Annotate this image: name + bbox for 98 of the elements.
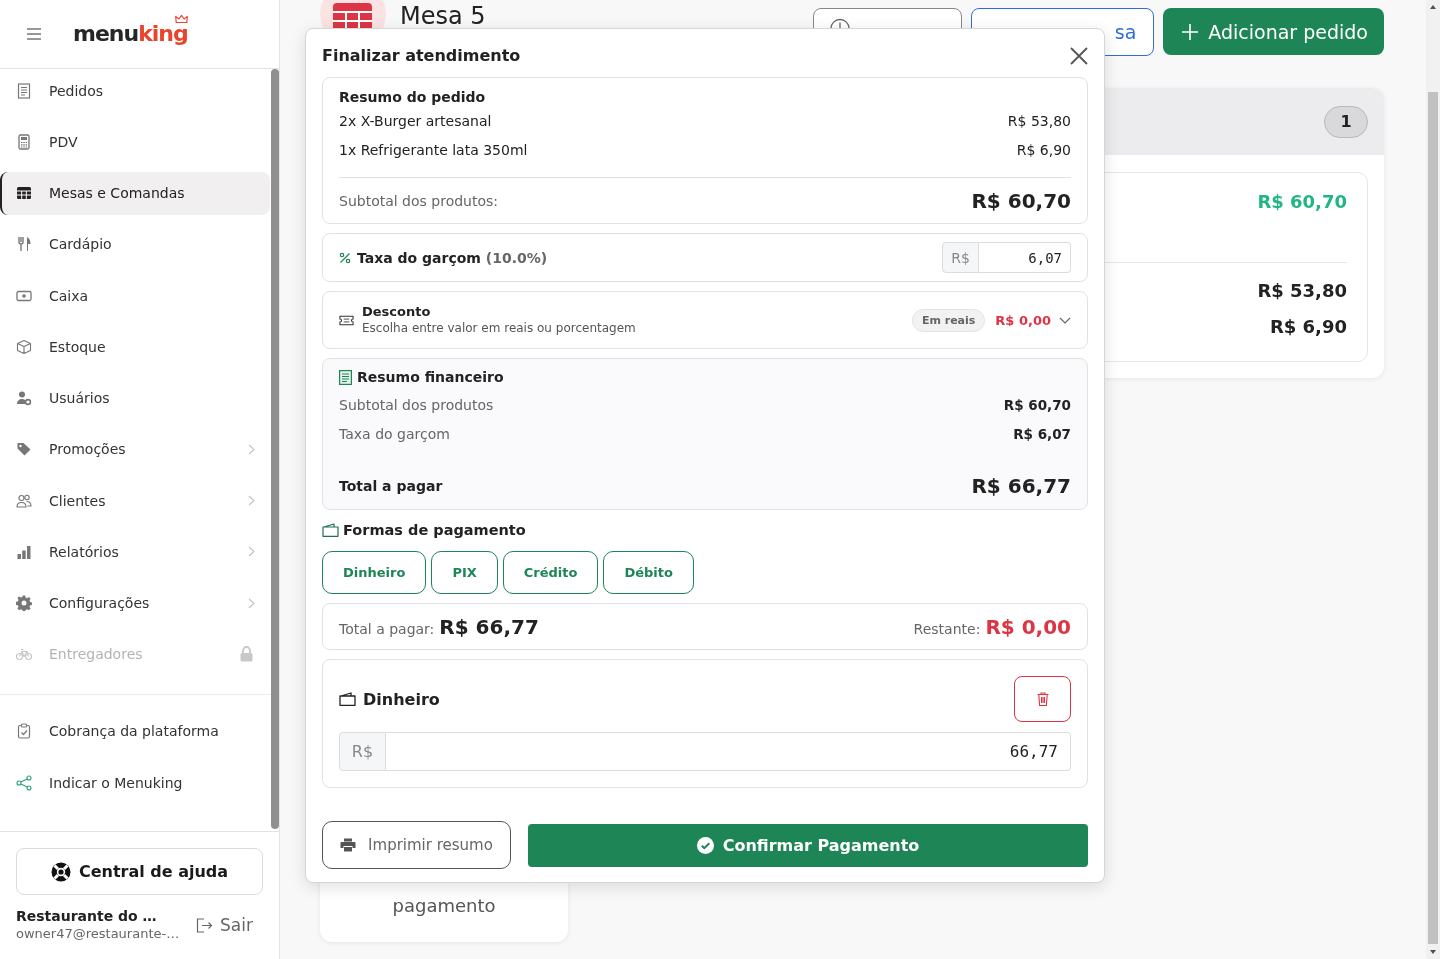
payment-method-button[interactable]: Dinheiro bbox=[322, 551, 427, 594]
payment-method-button[interactable]: Débito bbox=[603, 551, 694, 594]
subtotal-value: R$ 60,70 bbox=[971, 188, 1071, 213]
summary-label: Taxa do garçom bbox=[339, 425, 450, 444]
total-label: Total a pagar: bbox=[339, 620, 435, 637]
calculator-icon bbox=[16, 133, 32, 150]
item-price: R$ 53,80 bbox=[1257, 280, 1347, 302]
user-icon bbox=[16, 390, 32, 407]
amount-input[interactable]: 66,77 bbox=[386, 732, 1071, 771]
scrollbar[interactable] bbox=[1426, 0, 1440, 959]
sidebar-nav-item[interactable]: Cardápio bbox=[0, 222, 270, 266]
sidebar-nav-item[interactable]: Usuários bbox=[0, 376, 270, 420]
fee-input[interactable]: 6,07 bbox=[979, 242, 1071, 273]
sidebar-nav-item[interactable]: Indicar o Menuking bbox=[0, 761, 270, 805]
discount-title: Desconto bbox=[362, 303, 432, 320]
clock-icon bbox=[830, 18, 851, 28]
payment-method-button[interactable]: Crédito bbox=[502, 551, 599, 594]
trash-icon bbox=[1036, 692, 1049, 706]
box-icon bbox=[16, 338, 32, 355]
section-title: Resumo financeiro bbox=[357, 368, 504, 387]
logout-button[interactable]: Sair bbox=[196, 915, 253, 935]
printer-icon bbox=[340, 838, 357, 852]
hint-text: pagamento bbox=[392, 895, 496, 916]
confirm-payment-button[interactable]: Confirmar Pagamento bbox=[528, 823, 1088, 867]
chevron-right-icon bbox=[248, 443, 255, 455]
item-name: 1x Refrigerante lata 350ml bbox=[339, 141, 528, 160]
subtotal-label: Subtotal dos produtos: bbox=[339, 192, 499, 209]
sidebar-nav-item[interactable]: Relatórios bbox=[0, 530, 270, 574]
tag-icon bbox=[16, 441, 32, 458]
total-value: R$ 66,77 bbox=[971, 474, 1071, 498]
payment-method-button[interactable]: PIX bbox=[431, 551, 498, 594]
sidebar-nav-item[interactable]: Configurações bbox=[0, 581, 270, 625]
sidebar-nav-item[interactable]: Clientes bbox=[0, 479, 270, 523]
chevron-right-icon bbox=[248, 597, 255, 609]
fee-label: Taxa do garçom (10.0%) bbox=[357, 249, 548, 266]
discount-hint: Escolha entre valor em reais ou porcentagem bbox=[362, 320, 636, 337]
item-price: R$ 6,90 bbox=[1016, 141, 1071, 160]
help-center-button[interactable]: Central de ajuda bbox=[16, 848, 263, 895]
user-email: owner47@restaurante-… bbox=[16, 925, 181, 943]
discount-amount: R$ 0,00 bbox=[995, 312, 1051, 328]
sidebar-nav-item[interactable]: Pedidos bbox=[0, 69, 270, 112]
section-title: Resumo do pedido bbox=[339, 88, 487, 107]
fork-knife-icon bbox=[16, 236, 32, 253]
count-badge: 1 bbox=[1324, 105, 1368, 138]
item-name: 2x X-Burger artesanal bbox=[339, 112, 492, 131]
bicycle-icon bbox=[16, 646, 32, 663]
crown-icon bbox=[174, 15, 188, 23]
settings-icon bbox=[16, 595, 32, 612]
ticket-icon bbox=[339, 314, 354, 326]
sidebar-nav-item[interactable]: Cobrança da plataforma bbox=[0, 709, 270, 753]
lock-icon bbox=[240, 646, 253, 663]
logout-icon bbox=[196, 917, 214, 933]
close-icon[interactable] bbox=[1070, 47, 1088, 65]
summary-value: R$ 60,70 bbox=[1003, 396, 1071, 415]
share-icon bbox=[16, 774, 32, 791]
table-grid-icon bbox=[16, 185, 32, 202]
plus-icon bbox=[1182, 23, 1199, 40]
order-total: R$ 60,70 bbox=[1257, 191, 1347, 213]
summary-label: Subtotal dos produtos bbox=[339, 396, 494, 415]
table-title: Mesa 5 bbox=[400, 1, 486, 29]
summary-value: R$ 6,07 bbox=[1013, 425, 1071, 444]
sidebar-nav-item[interactable]: Promoções bbox=[0, 427, 270, 471]
receipt-icon bbox=[16, 82, 32, 99]
sidebar-nav-item[interactable]: Caixa bbox=[0, 274, 270, 318]
menu-icon[interactable] bbox=[27, 28, 41, 40]
currency-addon: R$ bbox=[339, 732, 386, 771]
sidebar-nav-item[interactable]: Mesas e Comandas bbox=[0, 171, 270, 215]
user-name: Restaurante do … bbox=[16, 907, 158, 925]
sidebar-nav-item[interactable]: PDV bbox=[0, 120, 270, 164]
print-summary-button[interactable]: Imprimir resumo bbox=[322, 821, 511, 869]
receipt-icon bbox=[339, 369, 352, 385]
discount-mode-toggle[interactable]: Em reais bbox=[911, 308, 986, 332]
item-price: R$ 6,90 bbox=[1269, 316, 1347, 338]
brand-logo: menuking bbox=[73, 20, 188, 48]
clipboard-check-icon bbox=[16, 723, 32, 740]
payment-method-title: Dinheiro bbox=[363, 689, 440, 709]
chevron-right-icon bbox=[248, 546, 255, 558]
currency-addon: R$ bbox=[942, 242, 979, 273]
section-title: Formas de pagamento bbox=[343, 521, 526, 540]
add-order-button[interactable]: Adicionar pedido bbox=[1163, 8, 1384, 55]
bar-chart-icon bbox=[16, 543, 32, 560]
percent-icon bbox=[339, 251, 351, 264]
total-value: R$ 66,77 bbox=[439, 614, 539, 639]
item-price: R$ 53,80 bbox=[1007, 112, 1071, 131]
chevron-right-icon bbox=[248, 495, 255, 507]
scrollbar[interactable] bbox=[271, 69, 279, 831]
modal-title: Finalizar atendimento bbox=[322, 46, 521, 66]
wallet-icon bbox=[339, 692, 356, 706]
remaining-value: R$ 0,00 bbox=[985, 614, 1071, 639]
wallet-icon bbox=[322, 523, 339, 537]
remaining-label: Restante: bbox=[913, 620, 981, 637]
people-icon bbox=[16, 492, 32, 509]
lifebuoy-icon bbox=[50, 861, 71, 882]
check-circle-icon bbox=[696, 836, 714, 854]
sidebar-nav-item[interactable]: Estoque bbox=[0, 325, 270, 369]
total-label: Total a pagar bbox=[339, 478, 443, 494]
remove-payment-button[interactable] bbox=[1014, 676, 1071, 722]
chevron-down-icon[interactable] bbox=[1059, 316, 1071, 324]
